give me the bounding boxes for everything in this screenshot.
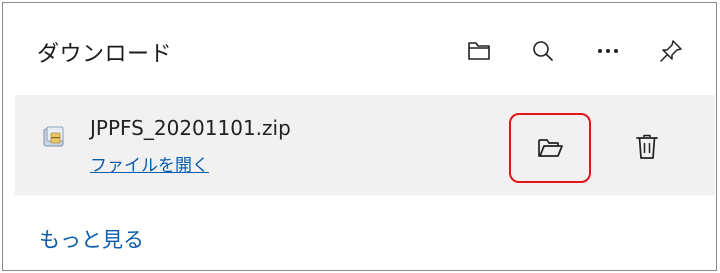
see-more-link[interactable]: もっと見る: [39, 224, 144, 254]
show-in-folder-button[interactable]: [509, 113, 591, 183]
delete-download-button[interactable]: [627, 125, 667, 169]
open-file-link[interactable]: ファイルを開く: [90, 151, 209, 176]
panel-title: ダウンロード: [37, 42, 173, 67]
download-item[interactable]: JPPFS_20201101.zip ファイルを開く: [15, 95, 715, 195]
zip-file-icon: [42, 125, 66, 149]
more-options-icon: [598, 49, 618, 53]
download-file-name: JPPFS_20201101.zip: [90, 116, 291, 140]
trash-icon: [636, 134, 658, 159]
pin-icon: [660, 40, 682, 62]
open-folder-icon: [538, 139, 563, 157]
pin-panel-button[interactable]: [653, 33, 689, 69]
more-options-button[interactable]: [590, 33, 626, 69]
open-downloads-folder-button[interactable]: [461, 33, 497, 69]
search-icon: [533, 41, 553, 61]
downloads-header: ダウンロード: [3, 3, 716, 95]
downloads-panel: ダウンロード JPPFS_20201101.zip ファイルを開く もっと見る: [2, 2, 717, 271]
search-downloads-button[interactable]: [525, 33, 561, 69]
folder-icon: [468, 42, 490, 60]
